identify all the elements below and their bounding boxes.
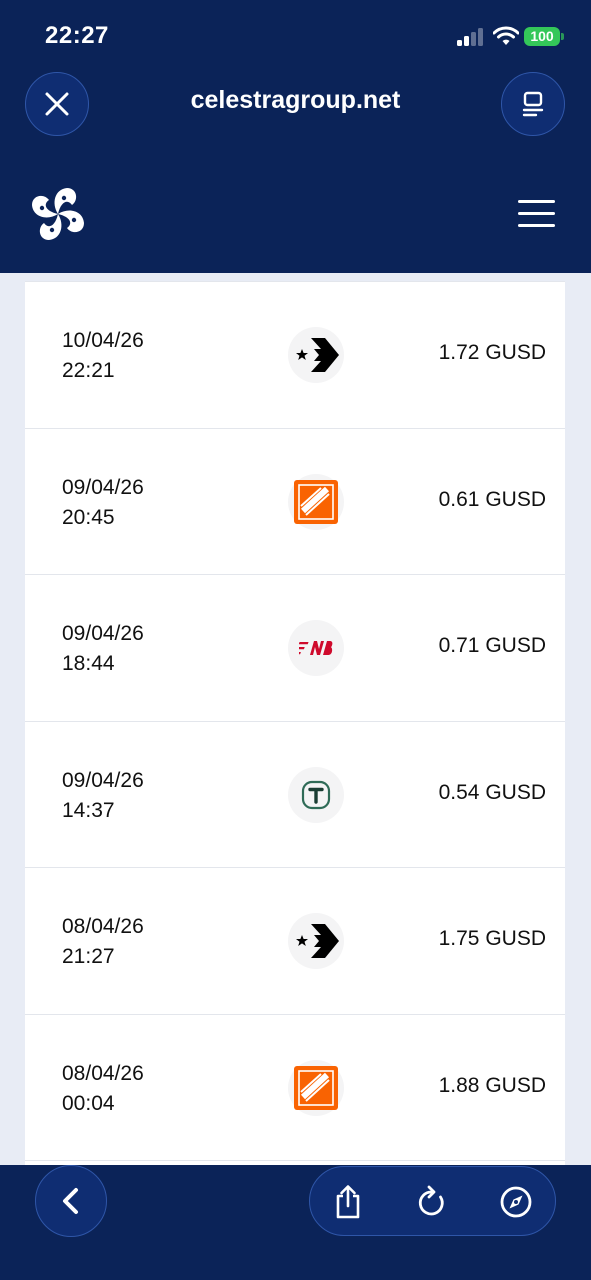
transaction-time: 18:44: [62, 652, 115, 675]
compass-icon: [500, 1186, 532, 1218]
site-logo-icon: [32, 188, 84, 240]
hamburger-menu-icon[interactable]: [516, 198, 556, 230]
transaction-amount: 0.71 GUSD: [438, 634, 546, 657]
converse-logo-icon: [288, 327, 344, 383]
cellular-signal-icon: [457, 28, 485, 46]
transaction-datetime: 09/04/26 20:45: [62, 473, 144, 533]
transaction-date: 09/04/26: [62, 768, 144, 792]
transaction-list: 10/04/26 22:21 1.72 GUSD 09/04/26 20:45: [25, 281, 565, 1165]
transaction-date: 09/04/26: [62, 622, 144, 645]
transaction-time: 21:27: [62, 945, 115, 968]
transaction-row[interactable]: 09/04/26 20:45 0.61 GUSD: [25, 427, 565, 575]
browser-toolbar: [0, 1165, 591, 1280]
share-button[interactable]: [330, 1184, 366, 1220]
toolbar-actions: [309, 1166, 556, 1236]
transaction-datetime: 09/04/26 14:37: [62, 766, 144, 826]
battery-indicator: 100: [524, 27, 560, 46]
reload-icon: [418, 1185, 444, 1216]
transaction-amount: 1.88 GUSD: [438, 1073, 546, 1097]
transaction-amount: 0.61 GUSD: [438, 487, 546, 511]
browser-header: 22:27 100 celestragroup.net: [0, 0, 591, 273]
transaction-date: 09/04/26: [62, 475, 144, 499]
transaction-datetime: 10/04/26 22:21: [62, 326, 144, 386]
status-time: 22:27: [45, 22, 109, 49]
transaction-amount: 1.72 GUSD: [438, 341, 546, 364]
transaction-time: 14:37: [62, 798, 115, 822]
wifi-icon: [493, 26, 519, 45]
reload-button[interactable]: [414, 1184, 450, 1220]
chevron-left-icon: [63, 1188, 78, 1214]
transaction-amount: 0.54 GUSD: [438, 780, 546, 804]
t-logo-icon: [288, 766, 344, 823]
transactions-page: 10/04/26 22:21 1.72 GUSD 09/04/26 20:45: [0, 273, 591, 1165]
transaction-time: 22:21: [62, 359, 115, 382]
transaction-datetime: 08/04/26 00:04: [62, 1059, 144, 1119]
new-balance-logo-icon: [288, 620, 344, 676]
transaction-date: 10/04/26: [62, 329, 144, 352]
home-depot-logo-icon: [288, 473, 344, 530]
transaction-amount: 1.75 GUSD: [438, 927, 546, 950]
safari-button[interactable]: [498, 1184, 534, 1220]
reader-mode-button[interactable]: [501, 72, 565, 136]
home-depot-logo-icon: [288, 1059, 344, 1116]
transaction-time: 00:04: [62, 1091, 115, 1115]
transaction-row[interactable]: 09/04/26 18:44 0.71 GUSD: [25, 574, 565, 721]
back-button[interactable]: [35, 1165, 107, 1237]
transaction-time: 20:45: [62, 505, 115, 529]
share-icon: [336, 1185, 360, 1219]
reader-icon: [522, 91, 544, 117]
transaction-date: 08/04/26: [62, 1061, 144, 1085]
battery-tip: [561, 33, 564, 40]
transaction-datetime: 08/04/26 21:27: [62, 912, 144, 972]
transaction-row[interactable]: 10/04/26 22:21 1.72 GUSD: [25, 281, 565, 428]
transaction-date: 08/04/26: [62, 915, 144, 938]
transaction-row[interactable]: 08/04/26 00:04 1.88 GUSD: [25, 1013, 565, 1161]
converse-logo-icon: [288, 913, 344, 969]
transaction-row[interactable]: 09/04/26 14:37 0.54 GUSD: [25, 720, 565, 868]
transaction-datetime: 09/04/26 18:44: [62, 619, 144, 679]
transaction-row[interactable]: 08/04/26 21:27 1.75 GUSD: [25, 867, 565, 1014]
